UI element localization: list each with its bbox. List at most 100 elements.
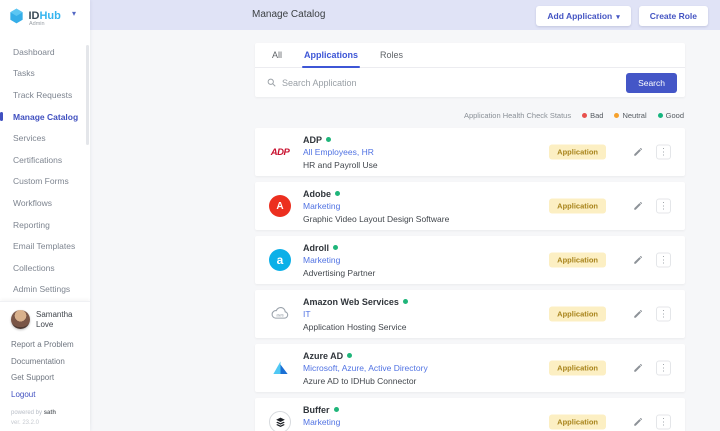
add-application-button[interactable]: Add Application▾ <box>536 6 630 26</box>
app-row-buffer: Buffer Marketing Buffer is used to manag… <box>255 398 685 431</box>
app-row-aws: aws Amazon Web Services IT Application H… <box>255 290 685 338</box>
health-status-dot <box>347 353 352 358</box>
brand-header: IDHub ▾ Admin <box>0 0 90 32</box>
top-header: Manage Catalog Add Application▾ Create R… <box>90 0 720 30</box>
sidebar-links: Report a Problem Documentation Get Suppo… <box>11 340 90 406</box>
app-description: Advertising Partner <box>303 268 375 278</box>
row-kebab-menu-icon[interactable]: ⋮ <box>656 361 671 376</box>
sidebar-item-collections[interactable]: Collections <box>13 257 90 279</box>
app-name: Adobe <box>303 189 331 199</box>
sidebar-item-tasks[interactable]: Tasks <box>13 63 90 85</box>
link-logout[interactable]: Logout <box>11 390 90 407</box>
brand-caret-icon[interactable]: ▾ <box>72 9 76 18</box>
search-bar: Search <box>255 68 685 97</box>
app-description: HR and Payroll Use <box>303 160 378 170</box>
legend-item-neutral: Neutral <box>614 111 646 120</box>
good-status-dot <box>658 113 663 118</box>
sidebar-item-services[interactable]: Services <box>13 127 90 149</box>
app-name: Adroll <box>303 243 329 253</box>
health-status-dot <box>333 245 338 250</box>
health-status-dot <box>326 137 331 142</box>
application-list: ADP ADP All Employees, HR HR and Payroll… <box>255 128 685 431</box>
sidebar-menu: Dashboard Tasks Track Requests Manage Ca… <box>0 41 90 300</box>
buffer-logo-icon <box>268 410 292 431</box>
application-badge: Application <box>549 253 606 268</box>
app-tags[interactable]: All Employees, HR <box>303 147 378 157</box>
sidebar-item-certifications[interactable]: Certifications <box>13 149 90 171</box>
app-row-adp: ADP ADP All Employees, HR HR and Payroll… <box>255 128 685 176</box>
edit-pencil-icon[interactable] <box>633 417 643 427</box>
row-kebab-menu-icon[interactable]: ⋮ <box>656 307 671 322</box>
app-tags[interactable]: Marketing <box>303 417 486 427</box>
sidebar-footer: Samantha Love Report a Problem Documenta… <box>0 301 90 426</box>
page-title: Manage Catalog <box>252 9 325 20</box>
app-tags[interactable]: Microsoft, Azure, Active Directory <box>303 363 428 373</box>
app-tags[interactable]: Marketing <box>303 201 449 211</box>
link-report-a-problem[interactable]: Report a Problem <box>11 340 90 357</box>
app-row-adroll: a Adroll Marketing Advertising Partner A… <box>255 236 685 284</box>
chevron-down-icon: ▾ <box>616 14 620 21</box>
search-button[interactable]: Search <box>626 73 677 93</box>
link-documentation[interactable]: Documentation <box>11 357 90 374</box>
search-icon <box>267 78 276 87</box>
app-name: Buffer <box>303 405 330 415</box>
user-name: Samantha Love <box>36 310 90 328</box>
app-row-azure-ad: Azure AD Microsoft, Azure, Active Direct… <box>255 344 685 392</box>
create-role-button[interactable]: Create Role <box>639 6 708 26</box>
app-description: Azure AD to IDHub Connector <box>303 376 428 386</box>
application-badge: Application <box>549 145 606 160</box>
application-badge: Application <box>549 415 606 430</box>
app-row-adobe: A Adobe Marketing Graphic Video Layout D… <box>255 182 685 230</box>
app-name: ADP <box>303 135 322 145</box>
search-input[interactable] <box>282 78 626 88</box>
link-get-support[interactable]: Get Support <box>11 373 90 390</box>
app-name: Azure AD <box>303 351 343 361</box>
aws-logo-icon: aws <box>268 302 292 326</box>
sidebar-item-manage-catalog[interactable]: Manage Catalog <box>13 106 90 128</box>
health-status-dot <box>403 299 408 304</box>
row-kebab-menu-icon[interactable]: ⋮ <box>656 199 671 214</box>
neutral-status-dot <box>614 113 619 118</box>
app-description: Graphic Video Layout Design Software <box>303 214 449 224</box>
azure-ad-logo-icon <box>268 356 292 380</box>
tab-all[interactable]: All <box>272 43 282 67</box>
health-status-dot <box>335 191 340 196</box>
edit-pencil-icon[interactable] <box>633 255 643 265</box>
sidebar-item-reporting[interactable]: Reporting <box>13 214 90 236</box>
tab-roles[interactable]: Roles <box>380 43 403 67</box>
sidebar: IDHub ▾ Admin Dashboard Tasks Track Requ… <box>0 0 90 431</box>
powered-by: powered by sath <box>11 410 90 416</box>
header-actions: Add Application▾ Create Role <box>536 6 708 26</box>
row-kebab-menu-icon[interactable]: ⋮ <box>656 253 671 268</box>
avatar <box>11 310 30 329</box>
catalog-tabs: All Applications Roles <box>255 43 685 68</box>
sidebar-item-custom-forms[interactable]: Custom Forms <box>13 171 90 193</box>
sidebar-item-track-requests[interactable]: Track Requests <box>13 84 90 106</box>
tab-applications[interactable]: Applications <box>304 43 358 67</box>
idhub-logo-icon <box>9 8 24 24</box>
edit-pencil-icon[interactable] <box>633 201 643 211</box>
application-badge: Application <box>549 307 606 322</box>
edit-pencil-icon[interactable] <box>633 147 643 157</box>
sidebar-item-admin-settings[interactable]: Admin Settings <box>13 279 90 301</box>
sidebar-item-email-templates[interactable]: Email Templates <box>13 235 90 257</box>
user-profile[interactable]: Samantha Love <box>11 310 90 329</box>
legend-item-bad: Bad <box>582 111 603 120</box>
adobe-logo-icon: A <box>268 194 292 218</box>
edit-pencil-icon[interactable] <box>633 309 643 319</box>
app-tags[interactable]: Marketing <box>303 255 375 265</box>
application-badge: Application <box>549 361 606 376</box>
legend-item-good: Good <box>658 111 684 120</box>
row-kebab-menu-icon[interactable]: ⋮ <box>656 415 671 430</box>
edit-pencil-icon[interactable] <box>633 363 643 373</box>
brand-name: IDHub <box>28 10 60 22</box>
main-content: All Applications Roles Search Applicatio… <box>90 30 720 431</box>
app-tags[interactable]: IT <box>303 309 408 319</box>
application-badge: Application <box>549 199 606 214</box>
sidebar-item-dashboard[interactable]: Dashboard <box>13 41 90 63</box>
sidebar-item-workflows[interactable]: Workflows <box>13 192 90 214</box>
adroll-logo-icon: a <box>268 248 292 272</box>
brand-subtitle: Admin <box>29 21 45 27</box>
row-kebab-menu-icon[interactable]: ⋮ <box>656 145 671 160</box>
legend-label: Application Health Check Status <box>464 111 571 120</box>
